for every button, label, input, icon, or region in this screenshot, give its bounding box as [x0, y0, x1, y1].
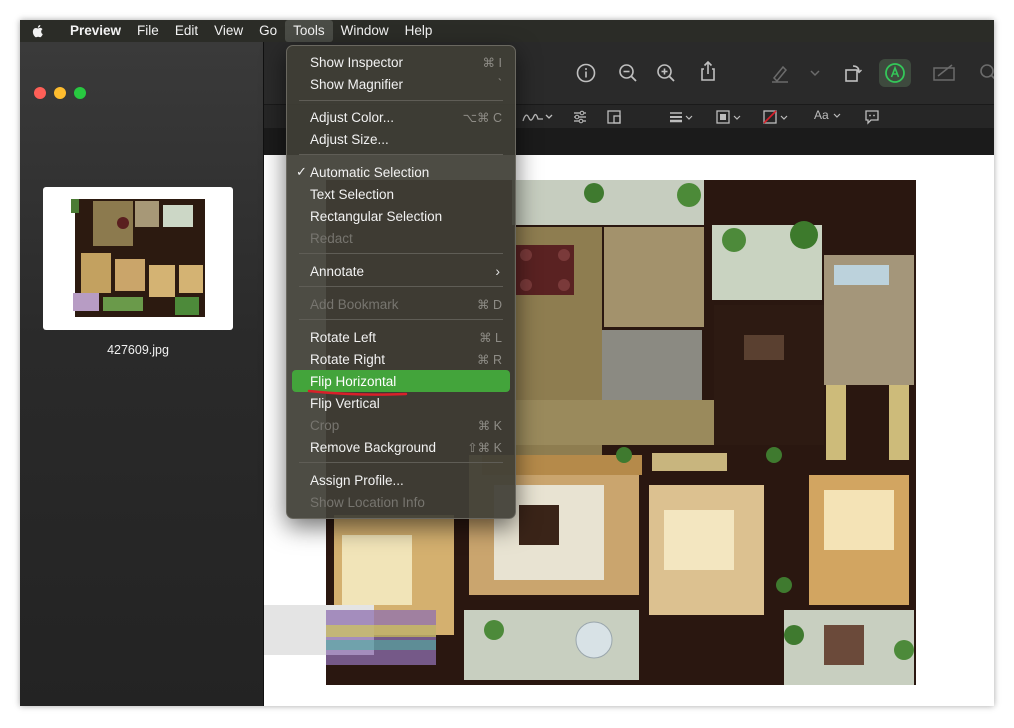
sidebar: 427609.jpg: [20, 42, 264, 706]
minimize-button[interactable]: [54, 87, 66, 99]
highlight-pen-icon: [772, 65, 788, 83]
checkmark-icon: ✓: [296, 164, 307, 179]
zoom-out-button[interactable]: [617, 62, 639, 84]
menu-app-name[interactable]: Preview: [62, 20, 129, 42]
form-fill-button[interactable]: [932, 62, 958, 84]
signature-icon: [522, 113, 553, 122]
menu-item-annotate[interactable]: Annotate ›: [292, 260, 510, 282]
markup-icon: [885, 63, 905, 83]
menu-go[interactable]: Go: [251, 20, 285, 42]
menu-item-crop: Crop ⌘ K: [310, 417, 502, 433]
close-button[interactable]: [34, 87, 46, 99]
chevron-down-icon: [833, 113, 841, 118]
highlight-button[interactable]: [769, 62, 791, 84]
share-icon: [701, 60, 715, 81]
thumbnail-filename: 427609.jpg: [107, 343, 169, 357]
sliders-icon: [574, 110, 586, 124]
menu-separator: [299, 462, 503, 463]
search-icon: [980, 64, 994, 80]
floorplan-thumbnail-image: [63, 193, 213, 323]
menu-view[interactable]: View: [206, 20, 251, 42]
zoom-out-icon: [619, 64, 637, 82]
note-icon: [865, 110, 879, 125]
info-button[interactable]: [575, 62, 597, 84]
border-color-button[interactable]: [715, 109, 745, 125]
menu-item-automatic-selection[interactable]: ✓ Automatic Selection: [292, 161, 510, 183]
menu-bar: Preview File Edit View Go Tools Window H…: [20, 20, 994, 42]
rotate-icon: [845, 65, 862, 82]
sign-button[interactable]: [521, 109, 553, 125]
menu-item-assign-profile[interactable]: Assign Profile...: [292, 469, 510, 491]
text-style-label: Aa: [814, 108, 829, 123]
chevron-right-icon: ›: [495, 263, 500, 279]
share-button[interactable]: [697, 60, 719, 82]
menu-item-text-selection[interactable]: Text Selection: [292, 183, 510, 205]
fill-color-icon: [763, 110, 788, 124]
menu-separator: [299, 154, 503, 155]
chevron-down-icon: [810, 70, 820, 77]
menu-item-add-bookmark: Add Bookmark ⌘ D: [310, 296, 502, 312]
border-color-icon: [716, 110, 741, 124]
shape-style-button[interactable]: [668, 109, 696, 125]
tools-menu: Show Inspector ⌘ I Show Magnifier ` Adju…: [286, 45, 516, 519]
resize-icon: [607, 110, 621, 124]
menu-window[interactable]: Window: [333, 20, 397, 42]
zoom-in-icon: [657, 64, 675, 82]
adjust-size-button[interactable]: [606, 109, 622, 125]
text-style-button[interactable]: Aa: [814, 108, 846, 124]
menu-item-show-magnifier[interactable]: Show Magnifier `: [292, 73, 510, 95]
search-button[interactable]: [978, 62, 994, 84]
menu-separator: [299, 253, 503, 254]
rotate-button[interactable]: [842, 62, 864, 84]
menu-edit[interactable]: Edit: [167, 20, 206, 42]
menu-item-rotate-right[interactable]: Rotate Right ⌘ R: [292, 348, 510, 370]
fill-color-button[interactable]: [762, 109, 792, 125]
markup-button[interactable]: [879, 59, 911, 87]
zoom-in-button[interactable]: [655, 62, 677, 84]
menu-item-rectangular-selection[interactable]: Rectangular Selection: [292, 205, 510, 227]
menu-separator: [299, 100, 503, 101]
menu-item-rotate-left[interactable]: Rotate Left ⌘ L: [292, 326, 510, 348]
menu-item-redact: Redact: [310, 230, 353, 246]
menu-help[interactable]: Help: [397, 20, 441, 42]
menu-item-show-location-info: Show Location Info: [310, 494, 425, 510]
menu-item-remove-background[interactable]: Remove Background ⇧⌘ K: [292, 436, 510, 458]
menu-separator: [299, 319, 503, 320]
menu-item-adjust-color[interactable]: Adjust Color... ⌥⌘ C: [292, 106, 510, 128]
flip-horizontal-underline-annotation: [307, 389, 408, 396]
menu-item-adjust-size[interactable]: Adjust Size...: [292, 128, 510, 150]
thumbnail[interactable]: [43, 187, 233, 330]
adjust-color-button[interactable]: [572, 109, 588, 125]
apple-icon[interactable]: [30, 23, 46, 39]
lines-icon: [670, 112, 693, 123]
menu-file[interactable]: File: [129, 20, 167, 42]
highlight-options-button[interactable]: [804, 62, 820, 84]
note-button[interactable]: [864, 109, 880, 125]
menu-tools[interactable]: Tools: [285, 20, 333, 42]
sign-icon: [933, 64, 955, 81]
info-icon: [576, 63, 596, 83]
zoom-button[interactable]: [74, 87, 86, 99]
screen: Preview File Edit View Go Tools Window H…: [20, 20, 994, 706]
menu-separator: [299, 286, 503, 287]
menu-item-show-inspector[interactable]: Show Inspector ⌘ I: [292, 51, 510, 73]
